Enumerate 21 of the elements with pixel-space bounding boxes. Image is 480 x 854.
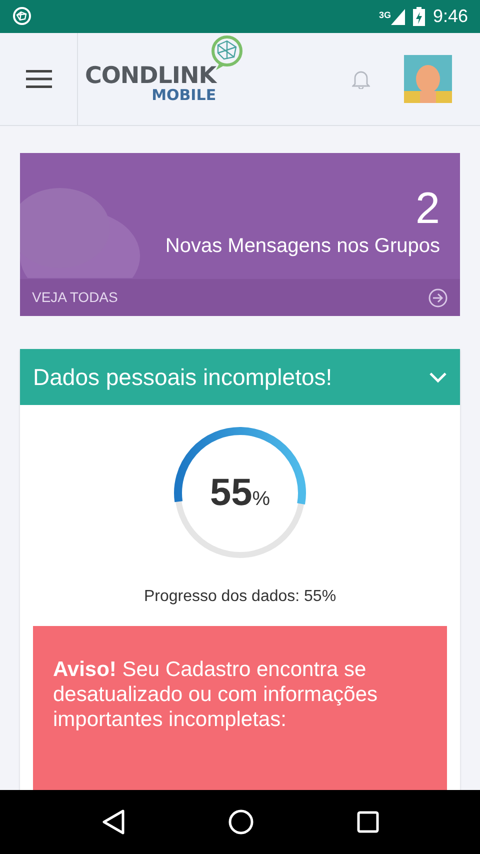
- messages-label: Novas Mensagens nos Grupos: [165, 234, 440, 259]
- warning-alert: Aviso! Seu Cadastro encontra se desatualizado ou com informações importantes incompletas:: [33, 626, 447, 790]
- home-icon[interactable]: [228, 809, 254, 835]
- arrow-circle-icon[interactable]: [428, 288, 448, 308]
- see-all-link[interactable]: VEJA TODAS: [32, 287, 118, 308]
- message-count: 2: [416, 187, 440, 231]
- menu-icon[interactable]: [26, 70, 52, 88]
- app-notification-icon: [12, 6, 32, 26]
- logo-subtitle: MOBILE: [152, 88, 216, 103]
- progress-value: 55: [210, 471, 252, 516]
- battery-icon: [412, 7, 425, 26]
- clock-time: 9:46: [432, 5, 468, 28]
- percent-sign: %: [252, 487, 270, 512]
- progress-caption: Progresso dos dados: 55%: [144, 587, 336, 607]
- back-icon[interactable]: [101, 809, 126, 835]
- logo-wordmark: CONDLINK: [85, 65, 216, 88]
- signal-icon: [390, 8, 405, 24]
- network-type-label: 3G: [378, 10, 391, 20]
- recent-apps-icon[interactable]: [356, 811, 379, 833]
- card-title: Dados pessoais incompletos!: [33, 362, 332, 392]
- chevron-down-icon[interactable]: [429, 372, 447, 382]
